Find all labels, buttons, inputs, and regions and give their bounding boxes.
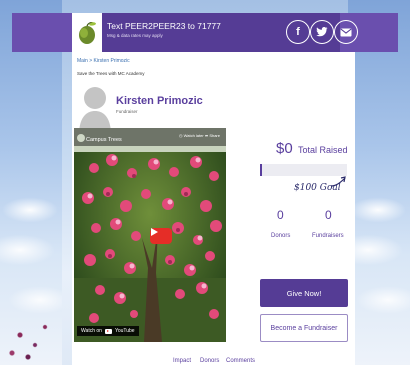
tab-impact[interactable]: Impact bbox=[173, 358, 191, 364]
breadcrumb-separator: > bbox=[89, 58, 93, 64]
leaf-logo-icon bbox=[79, 21, 96, 44]
watch-on-label: Watch on bbox=[81, 328, 102, 334]
youtube-label: YouTube bbox=[114, 328, 135, 334]
breadcrumb-main-link[interactable]: Main bbox=[77, 58, 88, 64]
youtube-icon bbox=[104, 328, 112, 334]
email-button[interactable] bbox=[334, 20, 358, 44]
tab-comments[interactable]: Comments bbox=[226, 358, 255, 364]
watch-later-label: Watch later bbox=[183, 133, 204, 138]
user-silhouette-icon bbox=[79, 87, 111, 135]
rates-disclaimer: Msg & data rates may apply bbox=[107, 33, 163, 38]
facebook-button[interactable]: f bbox=[286, 20, 310, 44]
video-tools: ◷ Watch later ➦ Share bbox=[179, 133, 220, 138]
donors-count: 0 bbox=[277, 208, 284, 222]
share-icon[interactable]: ➦ bbox=[205, 133, 208, 138]
breadcrumb: Main > Kirsten Primozic bbox=[77, 58, 130, 64]
fundraiser-role: Fundraiser bbox=[116, 109, 138, 114]
watch-on-youtube[interactable]: Watch on YouTube bbox=[77, 326, 139, 336]
twitter-button[interactable] bbox=[310, 20, 334, 44]
video-title[interactable]: Campus Trees bbox=[86, 137, 122, 143]
video-player[interactable]: Campus Trees ◷ Watch later ➦ Share Watch… bbox=[74, 128, 226, 342]
envelope-icon bbox=[340, 28, 352, 36]
facebook-icon: f bbox=[296, 26, 300, 38]
campaign-title[interactable]: Save the Trees with MC Academy bbox=[77, 71, 145, 76]
fundraisers-label[interactable]: Fundraisers bbox=[312, 233, 344, 239]
play-button[interactable] bbox=[150, 228, 172, 244]
breadcrumb-current: Kirsten Primozic bbox=[93, 58, 130, 64]
fundraiser-name: Kirsten Primozic bbox=[116, 95, 203, 107]
background-right bbox=[348, 0, 410, 365]
avatar bbox=[79, 80, 111, 135]
donors-label[interactable]: Donors bbox=[271, 233, 290, 239]
fundraisers-count: 0 bbox=[325, 208, 332, 222]
progress-bar-fill bbox=[260, 164, 263, 176]
play-icon bbox=[151, 228, 158, 236]
goal-arrow-icon bbox=[330, 176, 346, 187]
total-raised-label: Total Raised bbox=[298, 145, 348, 155]
share-label: Share bbox=[209, 133, 220, 138]
petals-decoration bbox=[0, 305, 62, 365]
main-panel: Main > Kirsten Primozic Save the Trees w… bbox=[72, 52, 355, 365]
total-raised-amount: $0 bbox=[276, 140, 293, 157]
channel-avatar[interactable] bbox=[77, 134, 85, 142]
become-fundraiser-button[interactable]: Become a Fundraiser bbox=[260, 314, 348, 342]
twitter-icon bbox=[316, 27, 328, 37]
site-logo[interactable] bbox=[72, 13, 102, 52]
header-left-strip bbox=[12, 13, 72, 52]
text-to-give: Text PEER2PEER23 to 71777 bbox=[107, 21, 221, 31]
watch-later-icon[interactable]: ◷ bbox=[179, 133, 183, 138]
background-left bbox=[0, 0, 62, 365]
give-now-button[interactable]: Give Now! bbox=[260, 279, 348, 307]
tab-donors[interactable]: Donors bbox=[200, 358, 219, 364]
